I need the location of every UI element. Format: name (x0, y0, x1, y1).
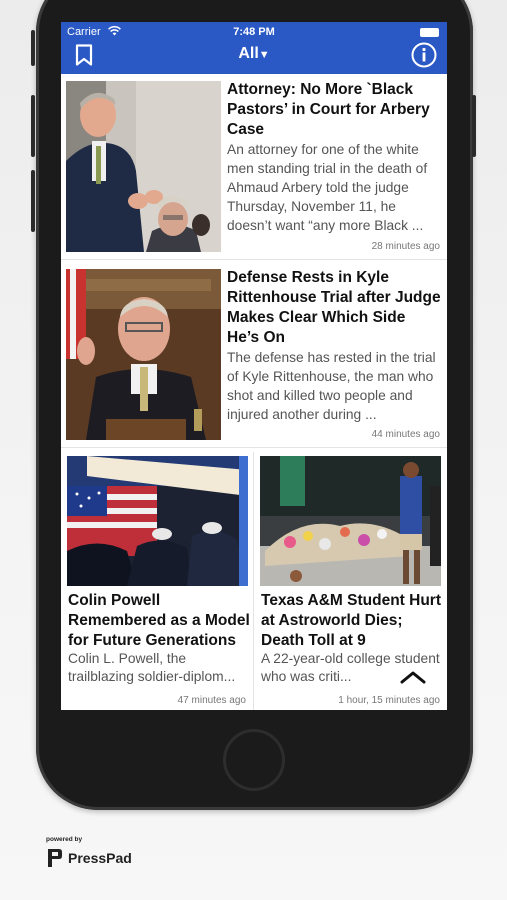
status-bar: Carrier 7:48 PM (61, 26, 447, 40)
article-item[interactable]: Attorney: No More `Black Pastors’ in Cou… (61, 74, 447, 260)
article-thumbnail[interactable] (260, 456, 441, 586)
feed-selector-label[interactable]: All (238, 45, 258, 62)
scroll-to-top-icon[interactable] (400, 670, 426, 684)
power-button (472, 95, 476, 157)
home-button[interactable] (223, 729, 285, 791)
article-headline[interactable]: Colin Powell Remembered as a Model for F… (68, 591, 250, 651)
feed-selector[interactable]: All▼ (61, 45, 447, 63)
volume-down-button (31, 170, 35, 232)
chevron-down-icon[interactable]: ▼ (259, 49, 270, 61)
article-headline[interactable]: Texas A&M Student Hurt at Astroworld Die… (261, 591, 443, 651)
article-excerpt: An attorney for one of the white men sta… (227, 142, 428, 233)
article-item[interactable]: Defense Rests in Kyle Rittenhouse Trial … (61, 262, 447, 448)
article-timestamp: 1 hour, 15 minutes ago (338, 695, 440, 706)
article-headline[interactable]: Attorney: No More `Black Pastors’ in Cou… (227, 80, 441, 140)
volume-up-button (31, 95, 35, 157)
article-grid: Colin Powell Remembered as a Model for F… (61, 452, 447, 710)
top-bar: Carrier 7:48 PM All▼ (61, 22, 447, 74)
mute-switch (31, 30, 35, 66)
article-excerpt: The defense has rested in the trial of K… (227, 350, 436, 422)
article-excerpt: Colin L. Powell, the trailblazing soldie… (68, 651, 236, 684)
info-icon[interactable] (411, 42, 437, 68)
article-headline[interactable]: Defense Rests in Kyle Rittenhouse Trial … (227, 268, 441, 348)
powered-by-label: powered by (46, 836, 83, 843)
clock: 7:48 PM (233, 26, 275, 38)
article-timestamp: 28 minutes ago (371, 241, 440, 252)
grid-article-card[interactable]: Colin Powell Remembered as a Model for F… (61, 452, 254, 710)
article-thumbnail[interactable] (67, 456, 248, 586)
brand-name: PressPad (68, 850, 132, 866)
article-timestamp: 44 minutes ago (371, 429, 440, 440)
article-thumbnail[interactable] (66, 269, 221, 440)
nav-bar: All▼ (61, 42, 447, 72)
brand-row: PressPad (46, 847, 156, 869)
presspad-branding: powered by PressPad (46, 836, 132, 867)
article-thumbnail[interactable] (66, 81, 221, 252)
app-screen: Carrier 7:48 PM All▼ Attorney: No More `… (61, 22, 447, 710)
battery-icon (420, 28, 439, 37)
presspad-logo-icon (48, 849, 62, 867)
article-timestamp: 47 minutes ago (177, 695, 246, 706)
